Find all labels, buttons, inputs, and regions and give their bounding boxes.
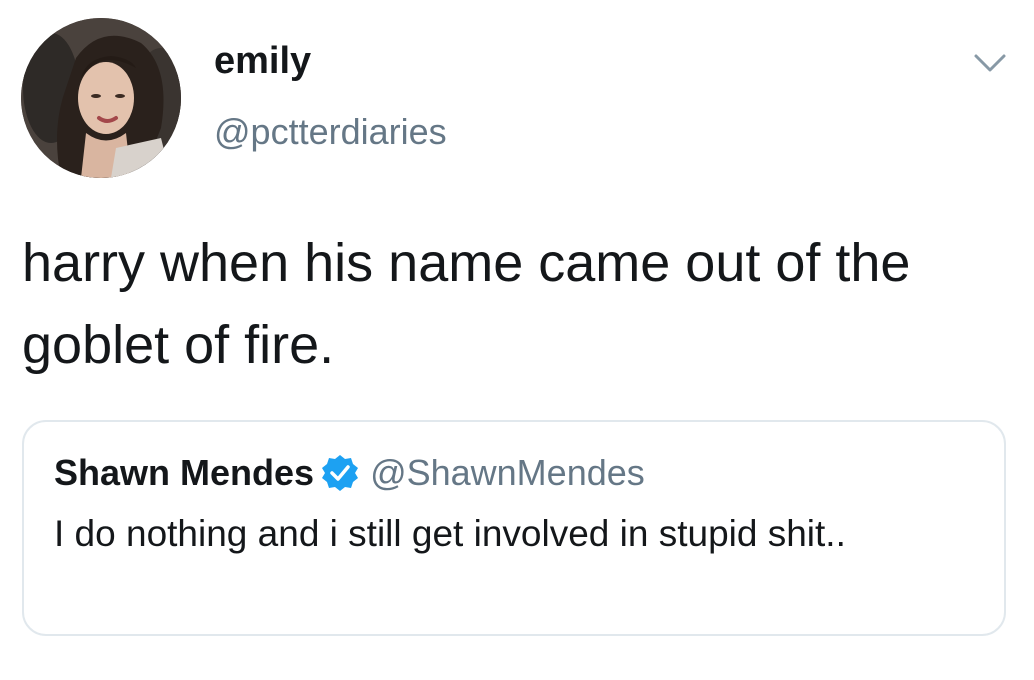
quoted-user-handle: @ShawnMendes <box>370 452 645 493</box>
display-name[interactable]: emily <box>214 42 311 80</box>
avatar-image <box>21 18 181 178</box>
chevron-down-icon[interactable] <box>968 48 1012 78</box>
avatar[interactable] <box>21 18 181 178</box>
tweet-text: harry when his name came out of the gobl… <box>22 233 911 375</box>
verified-badge-icon <box>322 455 359 491</box>
quoted-tweet-header: Shawn Mendes @ShawnMendes <box>54 452 645 494</box>
quoted-display-name: Shawn Mendes <box>54 452 315 493</box>
user-handle[interactable]: @pctterdiaries <box>214 114 447 150</box>
tweet-card: emily @pctterdiaries harry when his name… <box>0 0 1034 680</box>
quoted-tweet-text: I do nothing and i still get involved in… <box>54 513 846 554</box>
quoted-tweet[interactable]: Shawn Mendes @ShawnMendes I do nothing a… <box>22 420 1006 636</box>
